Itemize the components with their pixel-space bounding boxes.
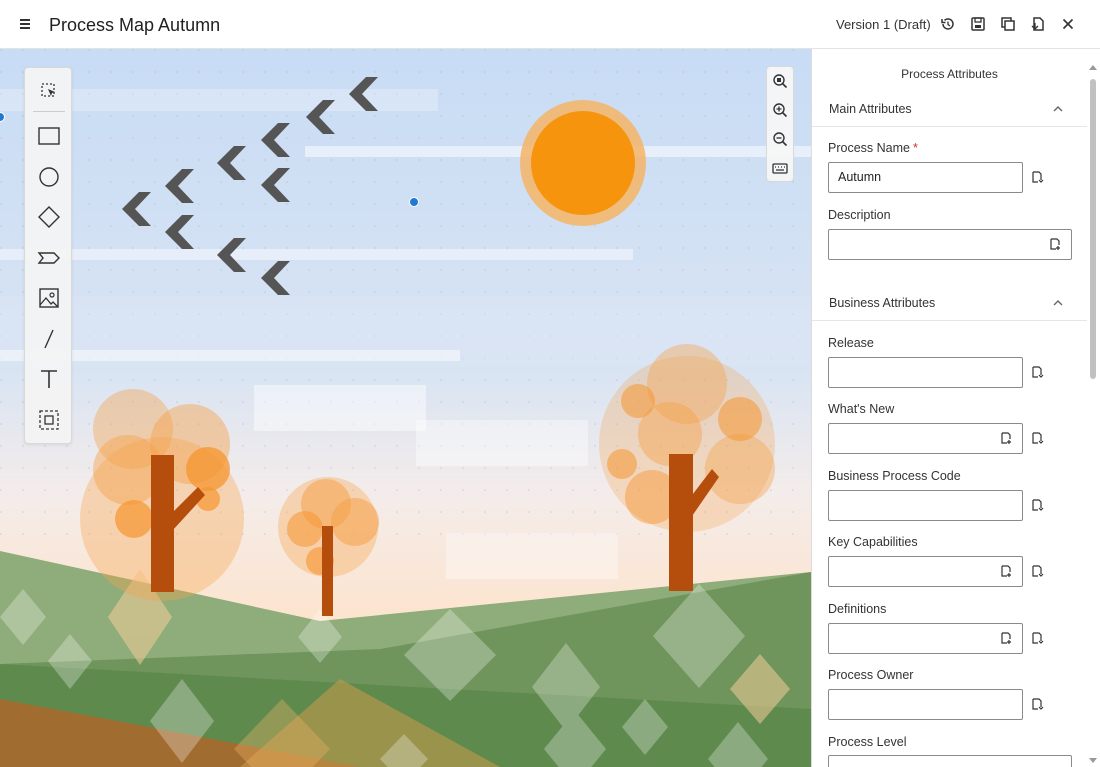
translate-icon[interactable] [1030,365,1044,379]
save-icon[interactable] [968,14,988,34]
main-attributes-header[interactable]: Main Attributes [812,89,1087,127]
autumn-scene-image [0,49,811,767]
properties-panel: Process Attributes Main Attributes Proce… [811,49,1100,767]
whats-new-input[interactable] [828,423,1023,454]
rich-text-edit-icon[interactable] [999,564,1013,578]
line-icon[interactable] [36,326,62,352]
history-icon[interactable] [938,14,958,34]
scroll-thumb[interactable] [1090,79,1096,379]
chevron-shape-icon[interactable] [36,245,62,271]
diamond-icon[interactable] [36,204,62,230]
translate-icon[interactable] [1030,498,1044,512]
page-title: Process Map Autumn [49,15,221,35]
business-process-code-label: Business Process Code [828,469,961,483]
chevron-up-icon [1052,296,1064,308]
group-icon[interactable] [36,407,62,433]
scroll-up-arrow-icon[interactable] [1089,65,1097,70]
description-input[interactable] [828,229,1072,260]
zoom-in-icon[interactable] [770,100,790,120]
definitions-label: Definitions [828,602,887,616]
section-title: Main Attributes [829,102,912,116]
chevron-up-icon [1052,102,1064,114]
zoom-out-icon[interactable] [770,129,790,149]
keyboard-icon[interactable] [770,158,790,178]
process-owner-label: Process Owner [828,668,914,682]
process-name-input[interactable]: Autumn [828,162,1023,193]
text-icon[interactable] [36,366,62,392]
select-icon[interactable] [36,78,62,104]
translate-icon[interactable] [1030,631,1044,645]
hamburger-menu-icon[interactable] [18,17,34,31]
required-marker: * [912,141,918,155]
version-label[interactable]: Version 1 (Draft) [836,17,931,32]
rich-text-edit-icon[interactable] [1048,237,1062,251]
translate-icon[interactable] [1030,170,1044,184]
close-icon[interactable] [1058,14,1078,34]
definitions-input[interactable] [828,623,1023,654]
release-label: Release [828,336,874,350]
process-name-label: Process Name * [828,141,918,155]
circle-icon[interactable] [36,164,62,190]
shape-toolbar [24,67,72,444]
app-header: Process Map Autumn Version 1 (Draft) [0,0,1100,49]
process-canvas[interactable] [0,49,811,767]
translate-icon[interactable] [1030,564,1044,578]
toolbar-divider [33,111,65,112]
connector-handle[interactable] [409,197,419,207]
description-label: Description [828,208,891,222]
rich-text-edit-icon[interactable] [999,431,1013,445]
image-icon[interactable] [36,285,62,311]
key-capabilities-label: Key Capabilities [828,535,918,549]
zoom-controls [766,66,794,182]
export-icon[interactable] [1028,14,1048,34]
translate-icon[interactable] [1030,697,1044,711]
rich-text-edit-icon[interactable] [999,631,1013,645]
process-level-label: Process Level [828,735,907,749]
release-input[interactable] [828,357,1023,388]
duplicate-icon[interactable] [998,14,1018,34]
business-process-code-input[interactable] [828,490,1023,521]
panel-scrollbar[interactable] [1087,63,1099,767]
section-title: Business Attributes [829,296,936,310]
translate-icon[interactable] [1030,431,1044,445]
key-capabilities-input[interactable] [828,556,1023,587]
rectangle-icon[interactable] [36,123,62,149]
business-attributes-header[interactable]: Business Attributes [812,283,1087,321]
panel-title: Process Attributes [901,67,998,81]
process-level-select[interactable] [828,755,1072,767]
whats-new-label: What's New [828,402,895,416]
zoom-fit-icon[interactable] [770,71,790,91]
process-owner-input[interactable] [828,689,1023,720]
scroll-down-arrow-icon[interactable] [1089,758,1097,763]
